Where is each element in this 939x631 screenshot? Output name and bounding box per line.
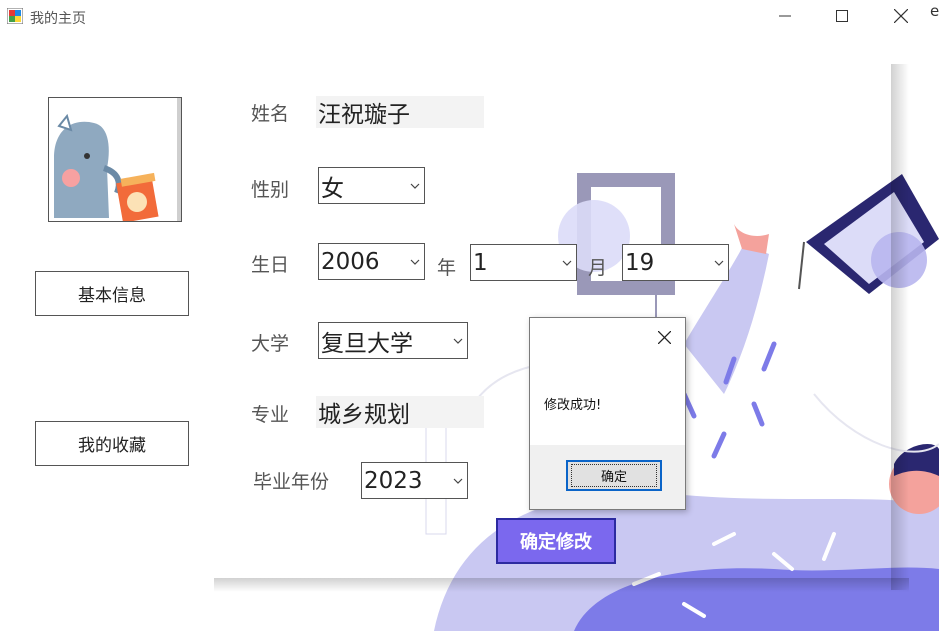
dialog-ok-button[interactable]: 确定 [566, 460, 662, 491]
close-icon [657, 330, 671, 344]
chevron-down-icon [406, 168, 424, 203]
maximize-button[interactable] [819, 0, 865, 32]
app-icon [6, 7, 24, 25]
university-select[interactable]: 复旦大学 [318, 322, 468, 359]
clipped-edge-text: e [930, 2, 939, 20]
name-field[interactable]: 汪祝璇子 [316, 96, 484, 128]
birth-day-value: 19 [625, 249, 655, 276]
birthday-label: 生日 [251, 254, 290, 276]
chevron-down-icon [558, 245, 576, 280]
avatar [48, 97, 182, 222]
gender-value: 女 [321, 175, 344, 202]
panel-shadow [891, 64, 909, 590]
confirm-modify-button[interactable]: 确定修改 [496, 518, 616, 564]
close-icon [894, 9, 908, 23]
name-label: 姓名 [251, 103, 290, 125]
window-title: 我的主页 [30, 11, 86, 27]
major-field[interactable]: 城乡规划 [316, 396, 484, 428]
birth-month-select[interactable]: 1 [470, 244, 577, 281]
minimize-button[interactable] [762, 0, 808, 32]
grad-year-label: 毕业年份 [253, 471, 330, 493]
chevron-down-icon [710, 245, 728, 280]
birth-year-value: 2006 [321, 248, 380, 275]
dialog-ok-label: 确定 [571, 464, 657, 487]
panel-shadow [214, 578, 909, 592]
month-unit-label: 月 [588, 257, 608, 279]
minimize-icon [779, 15, 791, 17]
maximize-icon [836, 10, 848, 22]
chevron-down-icon [406, 244, 424, 279]
dialog-message: 修改成功! [544, 398, 602, 413]
grad-year-select[interactable]: 2023 [361, 462, 468, 499]
university-label: 大学 [251, 333, 290, 355]
birth-month-value: 1 [473, 249, 488, 276]
birth-year-select[interactable]: 2006 [318, 243, 425, 280]
university-value: 复旦大学 [321, 330, 413, 357]
chevron-down-icon [449, 463, 467, 498]
basic-info-button[interactable]: 基本信息 [35, 271, 189, 316]
favorites-button[interactable]: 我的收藏 [35, 421, 189, 466]
year-unit-label: 年 [437, 257, 457, 279]
chevron-down-icon [449, 323, 467, 358]
close-button[interactable] [878, 0, 924, 32]
dialog-close-button[interactable] [653, 326, 675, 348]
gender-label: 性别 [251, 179, 290, 201]
birth-day-select[interactable]: 19 [622, 244, 729, 281]
grad-year-value: 2023 [364, 467, 423, 494]
dialog-footer: 确定 [530, 445, 685, 509]
message-dialog: 修改成功! 确定 [529, 317, 686, 510]
gender-select[interactable]: 女 [318, 167, 425, 204]
major-label: 专业 [251, 404, 290, 426]
